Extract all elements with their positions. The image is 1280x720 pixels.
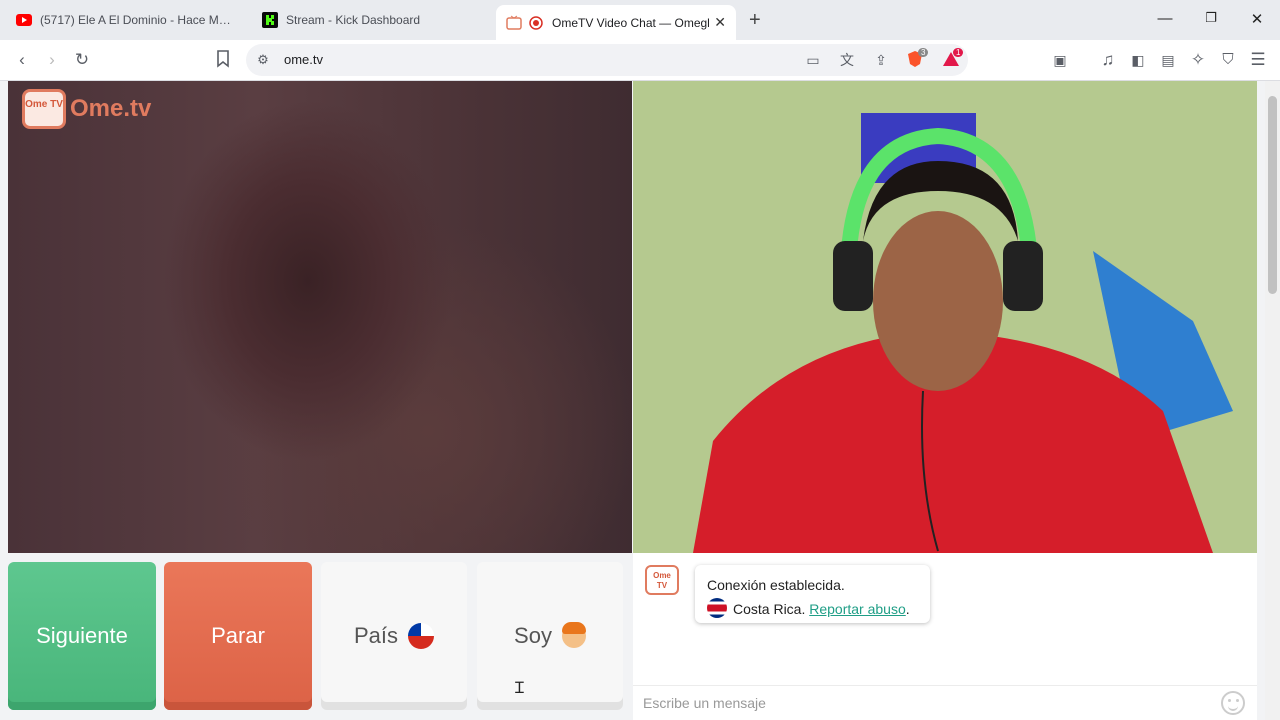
gender-button-label: Soy xyxy=(514,623,552,648)
site-settings-icon[interactable]: ⚙ xyxy=(252,50,274,70)
next-button[interactable]: Siguiente xyxy=(8,562,156,710)
wallet-icon[interactable]: ▤ xyxy=(1157,50,1179,70)
ometv-chat-avatar: Ome TV xyxy=(645,565,679,595)
url-text: ome.tv xyxy=(284,52,324,67)
gender-select-button[interactable]: Soy xyxy=(477,562,623,710)
page-scrollbar[interactable] xyxy=(1265,81,1280,720)
boy-emoji-icon xyxy=(561,622,586,648)
stop-button[interactable]: Parar xyxy=(164,562,312,710)
back-icon[interactable]: ‹ xyxy=(11,50,33,70)
minimize-button[interactable]: — xyxy=(1155,10,1175,27)
menu-icon[interactable]: ☰ xyxy=(1247,50,1269,70)
restore-button[interactable]: ❐ xyxy=(1201,10,1221,26)
stranger-video: Ome TV Ome.tv xyxy=(8,81,632,553)
ometv-logo: Ome TV Ome.tv xyxy=(22,89,151,129)
tab-youtube[interactable]: (5717) Ele A El Dominio - Hace Much xyxy=(6,5,246,35)
leo-ai-icon[interactable]: ✧ xyxy=(1187,50,1209,70)
report-suffix: . xyxy=(905,601,910,617)
partner-country-line: Costa Rica. Reportar abuso. xyxy=(707,597,918,621)
message-input[interactable] xyxy=(643,692,1203,714)
ometv-logo-text: Ome.tv xyxy=(70,95,152,122)
youtube-icon xyxy=(16,14,32,26)
partner-country: Costa Rica. xyxy=(733,601,806,617)
text-cursor-icon: Ɪ xyxy=(515,680,524,697)
sidebar-icon[interactable]: ◧ xyxy=(1127,50,1149,70)
tab-ometv[interactable]: OmeTV Video Chat — Omegl ✕ xyxy=(496,5,736,40)
shield-count-badge: 3 xyxy=(918,48,929,57)
tab-kick[interactable]: Stream - Kick Dashboard xyxy=(252,5,492,35)
costa-rica-flag-icon xyxy=(707,598,727,618)
translate-icon[interactable]: 文 xyxy=(836,50,858,70)
page-content: Ome TV Ome.tv Siguiente Parar País Soy O… xyxy=(0,81,1265,720)
emoji-icon[interactable] xyxy=(1221,691,1245,715)
forward-icon[interactable]: › xyxy=(41,50,63,70)
browser-toolbar: ‹ › ↻ ⚙ ome.tv ▭ 文 ⇪ 3 1 ▣ ♫ ◧ ▤ ✧ ⛉ ☰ xyxy=(0,40,1280,81)
media-icon[interactable]: ♫ xyxy=(1097,50,1119,70)
report-abuse-link[interactable]: Reportar abuso xyxy=(809,601,906,617)
close-tab-icon[interactable]: ✕ xyxy=(714,14,726,31)
connection-status: Conexión establecida. xyxy=(707,577,845,593)
country-select-button[interactable]: País xyxy=(321,562,467,710)
message-input-bar xyxy=(633,685,1257,720)
tab-label: Stream - Kick Dashboard xyxy=(286,13,421,27)
stop-button-label: Parar xyxy=(211,623,265,648)
ometv-icon xyxy=(506,15,522,30)
reload-icon[interactable]: ↻ xyxy=(71,50,93,70)
country-button-label: País xyxy=(353,623,399,648)
recording-icon xyxy=(529,15,543,30)
self-video xyxy=(633,81,1257,553)
webcam-person-image xyxy=(633,81,1257,553)
cast-icon[interactable]: ▭ xyxy=(802,50,824,70)
kick-icon xyxy=(262,12,278,28)
address-bar[interactable]: ⚙ ome.tv ▭ 文 ⇪ 3 1 xyxy=(246,44,968,76)
vpn-icon[interactable]: ⛉ xyxy=(1217,50,1239,70)
chat-panel: Ome TV Conexión establecida. Costa Rica.… xyxy=(633,553,1257,720)
new-tab-button[interactable]: + xyxy=(749,9,761,32)
reader-mode-icon[interactable]: ▣ xyxy=(1049,50,1071,70)
ometv-logo-badge: Ome TV xyxy=(22,89,66,129)
tab-strip: (5717) Ele A El Dominio - Hace Much Stre… xyxy=(0,0,1280,40)
share-icon[interactable]: ⇪ xyxy=(870,50,892,70)
chile-flag-icon xyxy=(408,623,435,649)
tab-label: OmeTV Video Chat — Omegl xyxy=(552,15,710,30)
system-message: Conexión establecida. Costa Rica. Report… xyxy=(695,565,930,623)
bookmark-icon[interactable] xyxy=(212,50,234,70)
tab-label: (5717) Ele A El Dominio - Hace Much xyxy=(40,13,236,27)
next-button-label: Siguiente xyxy=(36,623,128,648)
scrollbar-thumb[interactable] xyxy=(1268,96,1277,294)
close-window-button[interactable]: ✕ xyxy=(1247,10,1267,28)
